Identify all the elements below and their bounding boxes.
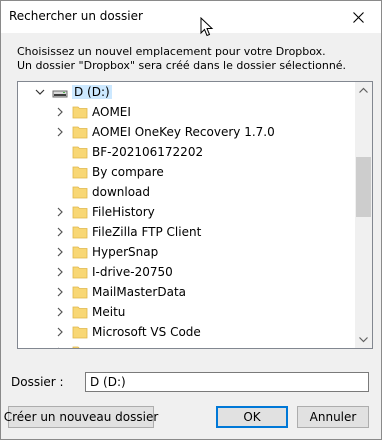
tree-item-label: MailMasterData [92,285,187,299]
folder-icon [72,225,88,242]
chevron-right-icon[interactable] [54,106,66,118]
scroll-up-icon[interactable] [355,82,372,99]
tree-item-label: Meitu [92,305,126,319]
tree-item-folder[interactable]: AOMEI OneKey Recovery 1.7.0 [18,122,354,142]
tree-item-label: HyperSnap [92,245,159,259]
ok-button[interactable]: OK [216,406,288,428]
close-button[interactable] [335,1,381,33]
tree-item-folder[interactable]: FileZilla FTP Client [18,222,354,242]
tree-item-label: By compare [92,165,164,179]
folder-icon [72,125,88,142]
chevron-right-icon[interactable] [54,306,66,318]
folder-tree-rows: D (D:) AOMEI AOMEI OneKey Recovery 1.7.0… [18,82,354,348]
folder-icon [72,145,88,162]
tree-item-folder[interactable]: MailMasterData [18,282,354,302]
folder-icon [72,345,88,348]
tree-item-folder[interactable]: AOMEI [18,102,354,122]
tree-item-folder[interactable] [18,342,354,348]
tree-item-folder[interactable]: Meitu [18,302,354,322]
folder-field-label: Dossier : [11,375,64,389]
tree-item-label: FileZilla FTP Client [92,225,202,239]
folder-icon [72,285,88,302]
folder-tree[interactable]: D (D:) AOMEI AOMEI OneKey Recovery 1.7.0… [17,81,373,349]
folder-icon [72,245,88,262]
chevron-right-icon[interactable] [54,266,66,278]
chevron-right-icon[interactable] [54,206,66,218]
folder-icon [72,185,88,202]
scrollbar-thumb[interactable] [356,157,371,217]
close-icon [352,11,364,23]
instructions-line-2: Un dossier "Dropbox" sera créé dans le d… [17,59,347,72]
tree-item-folder[interactable]: By compare [18,162,354,182]
folder-icon [72,265,88,282]
instructions-line-1: Choisissez un nouvel emplacement pour vo… [17,45,326,58]
tree-item-label: D (D:) [72,85,112,99]
tree-item-label: I-drive-20750 [92,265,173,279]
mouse-cursor-icon [200,17,214,37]
tree-item-label: AOMEI OneKey Recovery 1.7.0 [92,125,275,139]
instructions-text: Choisissez un nouvel emplacement pour vo… [17,45,346,73]
chevron-right-icon[interactable] [54,346,66,348]
tree-item-label: AOMEI [92,105,131,119]
folder-field[interactable]: D (D:) [85,372,369,392]
chevron-right-icon[interactable] [54,326,66,338]
chevron-down-icon[interactable] [34,86,46,98]
new-folder-button[interactable]: Créer un nouveau dossier [4,406,158,428]
tree-item-folder[interactable]: HyperSnap [18,242,354,262]
vertical-scrollbar[interactable] [355,82,372,348]
folder-icon [72,305,88,322]
tree-item-folder[interactable]: BF-202106172202 [18,142,354,162]
browse-folder-dialog: Rechercher un dossier Choisissez un nouv… [0,0,382,440]
folder-icon [72,325,88,342]
tree-item-drive[interactable]: D (D:) [18,82,354,102]
tree-item-label: BF-202106172202 [92,145,204,159]
chevron-right-icon[interactable] [54,226,66,238]
tree-item-label: Microsoft VS Code [92,325,201,339]
folder-icon [72,205,88,222]
chevron-right-icon[interactable] [54,286,66,298]
dialog-title: Rechercher un dossier [9,9,143,23]
folder-icon [72,165,88,182]
tree-item-folder[interactable]: FileHistory [18,202,354,222]
tree-item-label: download [92,185,151,199]
folder-icon [72,105,88,122]
tree-item-folder[interactable]: I-drive-20750 [18,262,354,282]
tree-item-folder[interactable]: download [18,182,354,202]
title-bar: Rechercher un dossier [1,1,381,33]
drive-icon [52,87,68,102]
tree-item-label: FileHistory [92,205,155,219]
chevron-right-icon[interactable] [54,126,66,138]
cancel-button[interactable]: Annuler [297,406,369,428]
tree-item-folder[interactable]: Microsoft VS Code [18,322,354,342]
chevron-right-icon[interactable] [54,246,66,258]
scroll-down-icon[interactable] [355,331,372,348]
folder-field-value: D (D:) [90,375,126,389]
